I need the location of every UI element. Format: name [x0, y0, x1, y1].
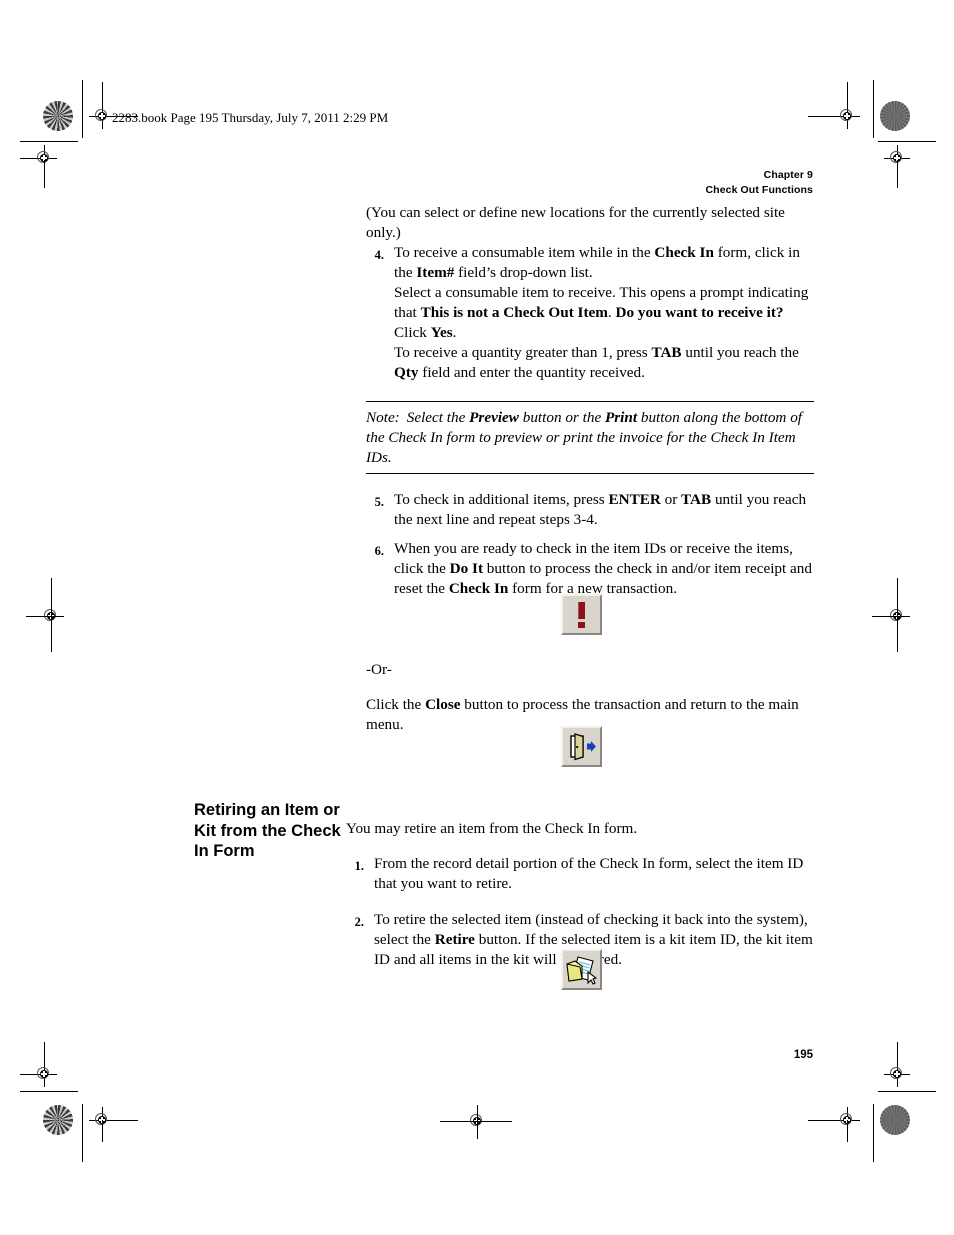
file-stamp: 2283.book Page 195 Thursday, July 7, 201… [112, 110, 389, 125]
exclamation-icon [563, 596, 600, 633]
run-bold-italic: Preview [469, 409, 519, 426]
step-4-paragraph-3: To receive a quantity greater than 1, pr… [394, 343, 814, 383]
crop-line-mid-right-horizontal [872, 615, 910, 617]
running-head-section: Check Out Functions [705, 184, 813, 196]
crop-tick-bottom-left-lower [102, 1120, 103, 1142]
note-block: Note: Select the Preview button or the Pr… [366, 401, 814, 474]
step-number: 5. [374, 495, 384, 509]
run-bold: TAB [651, 344, 682, 361]
crop-line-upper-right-corner [878, 141, 936, 142]
registration-mark-lower-right-corner [884, 1061, 910, 1087]
or-divider: -Or- [366, 661, 392, 679]
run-text: or [660, 491, 682, 508]
crop-line-bottom-left-vertical [82, 1104, 83, 1162]
run-bold: Retire [434, 930, 475, 948]
run-text: To check in additional items, press [394, 491, 609, 508]
run-text: To receive a quantity greater than 1, pr… [394, 344, 652, 361]
halftone-solid-patch-top-right [880, 101, 910, 131]
run-bold: Do It [449, 560, 483, 577]
crop-line-upper-left-corner [20, 141, 78, 142]
step-6-paragraph: When you are ready to check in the item … [394, 539, 814, 599]
halftone-density-patch-top-left [43, 101, 73, 131]
folder-document-svg [565, 955, 597, 985]
crop-line-top-left-vertical [82, 80, 83, 138]
run-text: Click the [366, 696, 426, 714]
step-number: 2. [354, 914, 364, 929]
close-button[interactable] [561, 726, 602, 767]
registration-mark-lower-left-corner [31, 1061, 57, 1087]
run-text: . [607, 304, 616, 321]
running-head-chapter: Chapter 9 [763, 169, 813, 181]
crop-tick-top-right-upper [847, 82, 848, 104]
registration-mark-top-right [834, 103, 860, 129]
crop-line-lower-left-corner [20, 1091, 78, 1092]
intro-paragraph: (You can select or define new locations … [366, 204, 785, 241]
step-5-paragraph: To check in additional items, press ENTE… [394, 490, 814, 530]
run-bold: Check In [654, 244, 714, 261]
crop-line-lower-right-corner [878, 1091, 936, 1092]
run-bold: Yes [430, 324, 453, 341]
crop-line-bottom-right-vertical [873, 1104, 874, 1162]
retire-step-1-paragraph: From the record detail portion of the Ch… [374, 854, 814, 894]
exit-door-svg [569, 732, 596, 760]
crop-tick-top-left-upper [102, 82, 103, 104]
run-text: . [452, 324, 457, 341]
run-text: Click [394, 324, 431, 341]
section-intro: You may retire an item from the Check In… [346, 820, 638, 838]
step-number: 6. [374, 544, 384, 558]
step-4: 4. To receive a consumable item while in… [366, 243, 814, 383]
do-it-button[interactable] [561, 594, 602, 635]
crop-tick-upper-right-corner [896, 160, 898, 188]
folder-document-icon [563, 951, 600, 988]
run-bold: TAB [681, 491, 712, 508]
run-italic: Select the [406, 409, 470, 426]
run-text: field’s drop-down list. [454, 264, 593, 281]
crop-line-bottom-center-vertical [476, 1105, 478, 1139]
retire-button[interactable] [561, 949, 602, 990]
run-text: field and enter the quantity received. [418, 364, 645, 381]
crop-tick-lower-left-arm [20, 1073, 34, 1075]
run-text: To receive a consumable item while in th… [394, 244, 655, 261]
run-bold: Close [425, 696, 461, 714]
run-bold: Check In [448, 580, 509, 597]
run-text: until you reach the [681, 344, 799, 361]
crop-line-mid-left-horizontal [26, 615, 64, 617]
run-bold: This is not a Check Out Item [420, 304, 608, 321]
page-number: 195 [793, 1049, 813, 1061]
run-bold-italic: Print [604, 409, 638, 426]
exit-door-icon [563, 728, 600, 765]
crop-line-top-right-horizontal [808, 116, 836, 117]
crop-line-bottom-right-horizontal [808, 1120, 836, 1121]
step-number: 1. [354, 859, 364, 874]
step-6: 6. When you are ready to check in the it… [366, 539, 814, 599]
crop-tick-bottom-right-lower [847, 1120, 848, 1142]
step-4-paragraph-1: To receive a consumable item while in th… [394, 243, 814, 283]
crop-line-bottom-left-horizontal [110, 1120, 138, 1121]
step-number: 4. [374, 248, 384, 262]
note-label: Note: [366, 409, 400, 426]
step-5: 5. To check in additional items, press E… [366, 490, 814, 530]
run-bold: Qty [394, 364, 419, 381]
crop-tick-upper-left-corner [43, 160, 45, 188]
crop-line-top-right-vertical [873, 80, 874, 138]
run-text: From the record detail portion of the Ch… [374, 855, 804, 893]
step-4-paragraph-2: Select a consumable item to receive. Thi… [394, 283, 814, 343]
run-italic: button or the [518, 409, 605, 426]
run-bold: Do you want to receive it? [615, 304, 784, 321]
retire-step-1: 1. From the record detail portion of the… [346, 854, 814, 894]
crop-tick-upper-left-arm [20, 157, 34, 159]
run-bold: ENTER [608, 491, 661, 508]
main-body: (You can select or define new locations … [366, 203, 814, 608]
run-bold: Item# [416, 264, 455, 281]
section-side-heading: Retiring an Item or Kit from the Check I… [194, 801, 341, 860]
halftone-density-patch-bottom-left [43, 1105, 73, 1135]
running-head: Chapter 9 Check Out Functions [706, 168, 814, 198]
halftone-solid-patch-bottom-right [880, 1105, 910, 1135]
